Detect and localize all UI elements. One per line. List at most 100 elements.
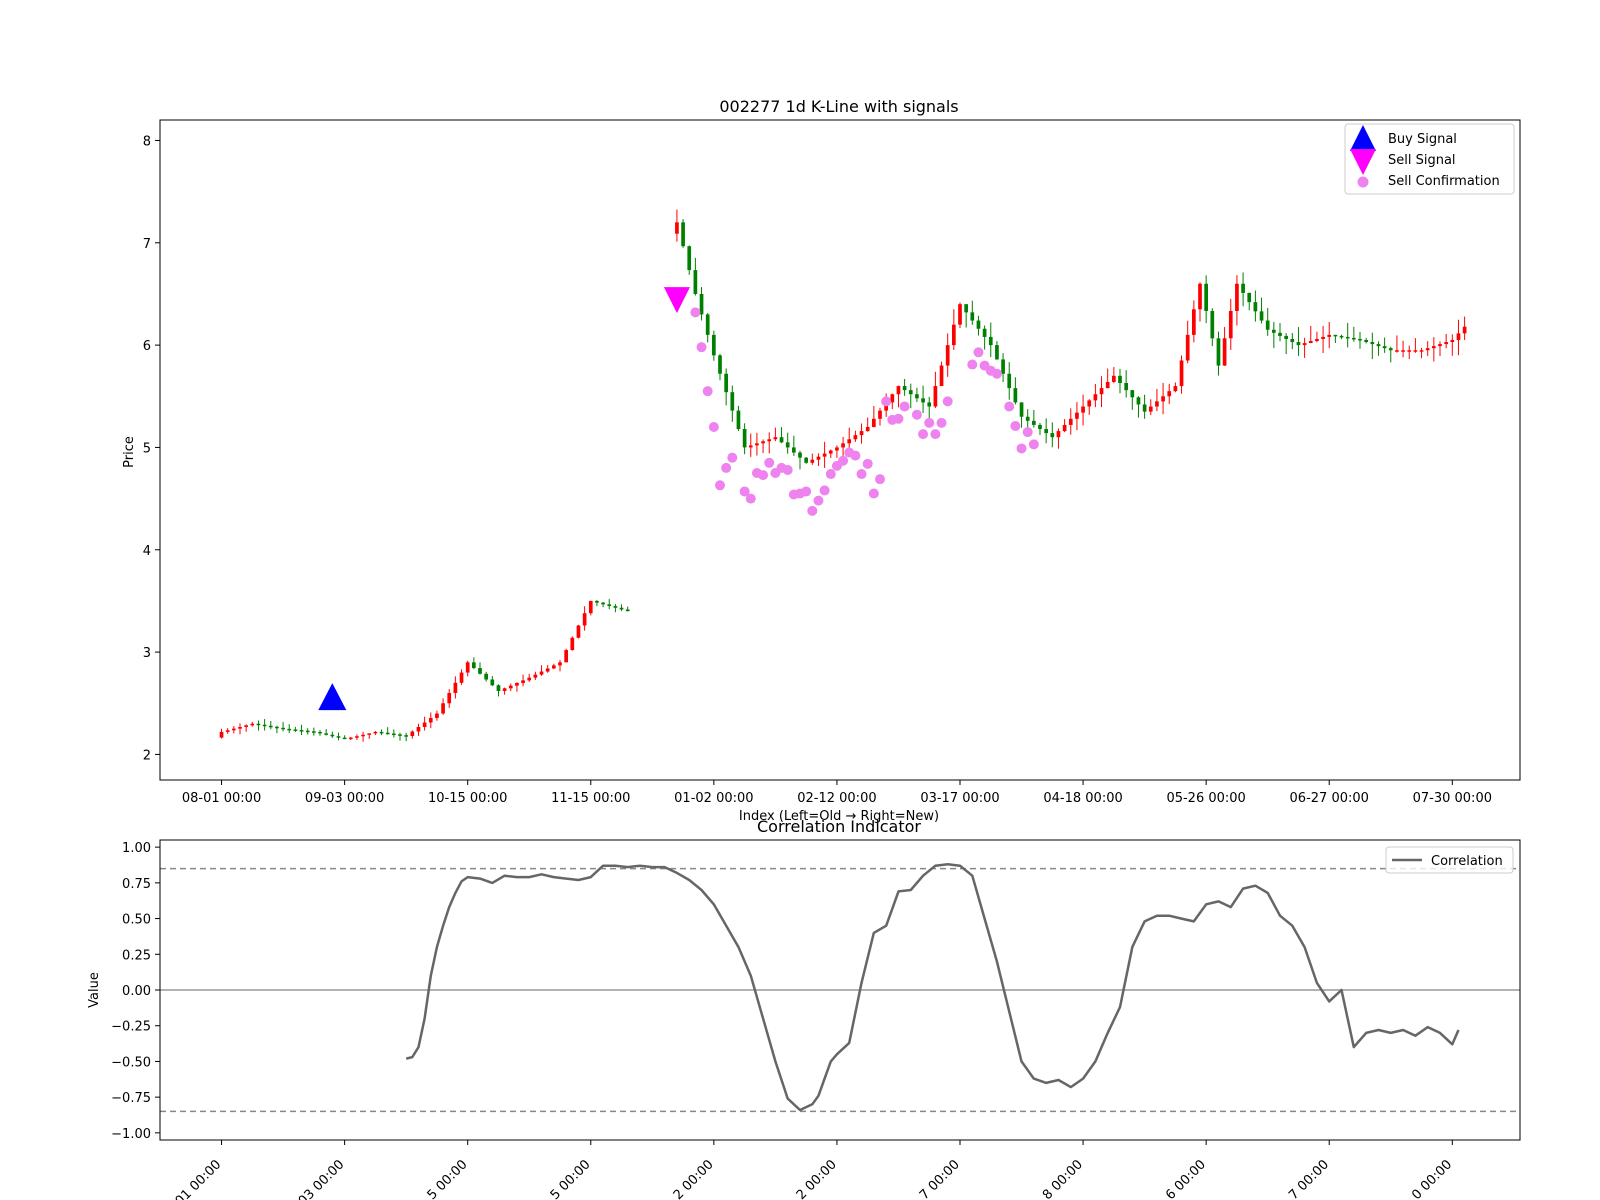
candle-body — [601, 602, 605, 605]
candle-body — [1438, 344, 1442, 347]
candle-body — [693, 270, 698, 294]
candle-body — [1192, 309, 1196, 335]
candle-body — [558, 662, 562, 666]
kline-x-axis: 08-01 00:00 09-03 00:00 10-15 00:00 11-15 0… — [182, 780, 1492, 806]
candle-body — [915, 394, 919, 399]
candle-body — [625, 609, 630, 612]
candle-body — [1376, 344, 1381, 347]
candle-body — [1302, 343, 1307, 346]
candle-body — [1407, 350, 1412, 352]
kline-marks — [219, 209, 1467, 742]
candle-body — [1105, 381, 1110, 389]
candle-body — [1112, 375, 1116, 382]
candle-body — [330, 734, 335, 737]
candle-body — [299, 730, 304, 732]
sell-signal-marker — [663, 287, 690, 314]
candle-body — [595, 600, 599, 603]
candle-body — [779, 437, 784, 443]
candle-body — [1179, 360, 1184, 387]
candle-body — [1013, 388, 1018, 403]
kline-plot-frame — [159, 119, 1521, 781]
candle-body — [976, 320, 981, 329]
candle-body — [459, 672, 464, 683]
candle-body — [921, 398, 925, 403]
candle-body — [342, 737, 347, 740]
candle-body — [570, 637, 575, 651]
correlation-y-tick-label: 0.00 — [122, 984, 151, 999]
sell-confirmation-point — [942, 396, 953, 407]
sell-confirmation-point — [708, 421, 719, 432]
candle-body — [1001, 359, 1005, 374]
kline-x-tick-label: 10-15 00:00 — [428, 791, 507, 806]
candle-body — [705, 314, 710, 335]
candle-body — [275, 726, 279, 729]
kline-x-tick-label: 08-01 00:00 — [182, 791, 261, 806]
candle-body — [219, 731, 224, 738]
candle-body — [1081, 406, 1085, 413]
candle-body — [312, 731, 316, 733]
candle-body — [773, 437, 778, 440]
legend-correlation-label: Correlation — [1431, 854, 1503, 869]
candle-body — [1019, 402, 1024, 417]
sell-confirmation-point — [696, 342, 707, 353]
candle-body — [262, 724, 267, 727]
candle-body — [1272, 329, 1276, 333]
candle-body — [1235, 283, 1239, 312]
candle-body — [798, 452, 802, 458]
candle-body — [293, 729, 298, 731]
candle-body — [828, 450, 833, 454]
correlation-title: Correlation Indicator — [757, 817, 921, 836]
candle-body — [730, 392, 735, 411]
candle-body — [367, 733, 372, 735]
sell-confirmation-point — [702, 386, 713, 397]
sell-confirmation-point — [875, 474, 885, 485]
candle-body — [1259, 311, 1264, 321]
correlation-x-tick-label: 5 00:00 — [548, 1157, 594, 1200]
correlation-x-tick-label: 2 00:00 — [794, 1157, 840, 1200]
candle-body — [582, 613, 587, 626]
candle-body — [927, 402, 932, 407]
candle-body — [761, 441, 765, 444]
candle-body — [1308, 341, 1313, 344]
candle-body — [373, 731, 378, 734]
candle-body — [1044, 429, 1048, 434]
candle-body — [718, 355, 722, 374]
sell-confirmation-point — [918, 429, 929, 440]
sell-confirmation-point — [899, 401, 910, 412]
kline-title: 002277 1d K-Line with signals — [719, 97, 958, 116]
candle-body — [742, 429, 747, 448]
candle-body — [392, 733, 396, 736]
candle-body — [256, 723, 261, 726]
correlation-y-tick-label: 0.75 — [122, 877, 151, 892]
kline-x-tick-label: 03-17 00:00 — [920, 791, 999, 806]
sell-confirmation-point — [991, 368, 1002, 379]
sell-confirmation-point — [850, 450, 861, 461]
correlation-x-tick-label: 8 00:00 — [1040, 1157, 1086, 1200]
sell-confirmation-point — [893, 413, 904, 424]
candle-body — [355, 736, 359, 738]
candle-body — [988, 336, 993, 346]
kline-y-tick-label: 3 — [143, 646, 151, 661]
candle-body — [281, 727, 285, 730]
candle-body — [1425, 348, 1430, 351]
sell-confirmation-point — [1028, 439, 1039, 450]
sell-confirmation-point — [782, 464, 793, 475]
candle-body — [490, 679, 495, 686]
candle-body — [545, 668, 550, 672]
sell-confirmation-point — [1016, 443, 1027, 454]
candle-body — [995, 345, 999, 360]
candle-body — [1025, 416, 1030, 421]
candle-body — [502, 688, 507, 691]
candle-body — [244, 725, 248, 727]
candle-body — [1296, 342, 1301, 346]
candle-body — [496, 685, 501, 691]
candle-body — [1155, 401, 1159, 407]
kline-x-tick-label: 06-27 00:00 — [1290, 791, 1369, 806]
sell-confirmation-point — [973, 347, 984, 358]
sell-confirmation-point — [930, 429, 941, 440]
candle-body — [478, 668, 482, 674]
kline-y-axis: 2 3 4 5 6 7 8 — [143, 134, 160, 763]
sell-confirmation-point — [911, 409, 922, 420]
candle-body — [736, 410, 741, 430]
candle-body — [1185, 334, 1190, 361]
